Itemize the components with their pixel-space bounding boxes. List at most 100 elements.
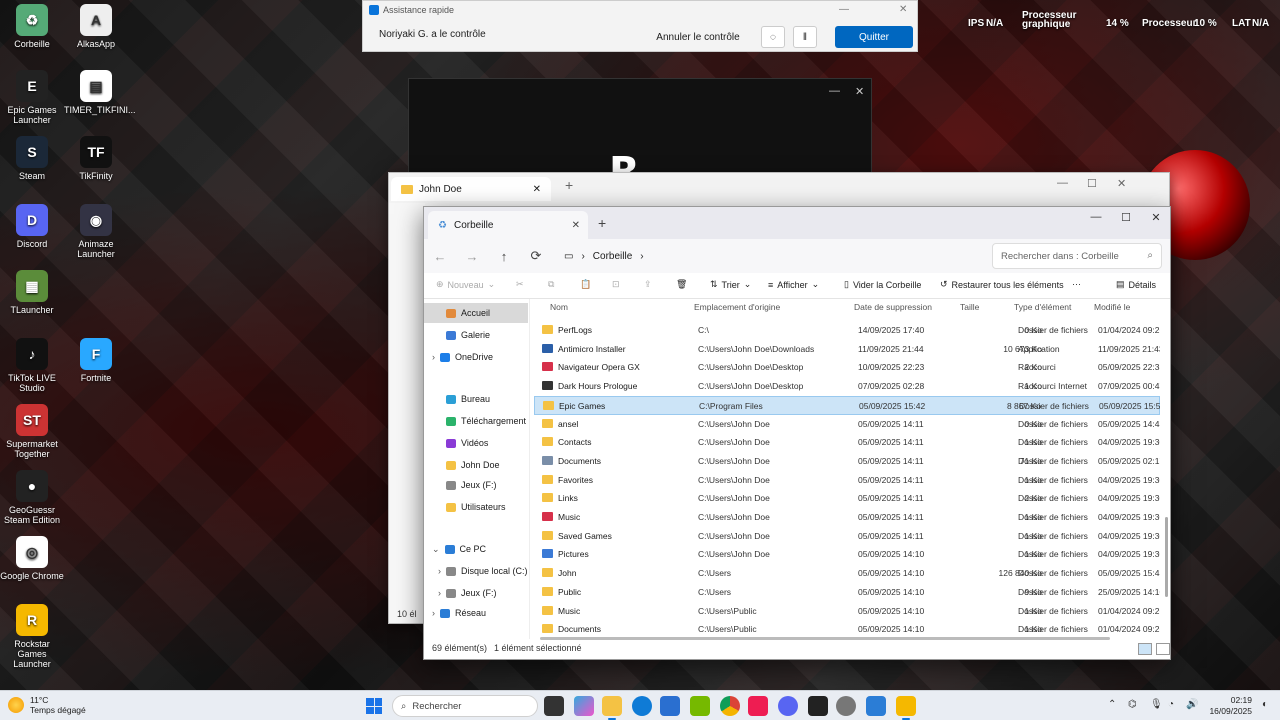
task-view-icon[interactable] [544, 696, 564, 716]
details-view-icon[interactable] [1138, 643, 1152, 655]
table-row[interactable]: Favorites C:\Users\John Doe 05/09/2025 14:… [534, 471, 1160, 490]
chat-icon[interactable]: ◌ [761, 26, 785, 48]
desktop-icon-recycle-bin[interactable]: ♻ Corbeille [0, 4, 64, 49]
weather-widget[interactable]: 11°C Temps dégagé [8, 695, 86, 715]
copilot-icon[interactable] [574, 696, 594, 716]
column-deleted[interactable]: Date de suppression [854, 302, 932, 312]
cancel-control-button[interactable]: Annuler le contrôle [653, 26, 743, 48]
share-icon[interactable]: ⇪ [644, 279, 652, 290]
new-tab-icon[interactable]: + [565, 177, 573, 193]
table-row[interactable]: Documents C:\Users\John Doe 05/09/2025 14:… [534, 452, 1160, 471]
close-icon[interactable]: ✕ [1117, 177, 1126, 190]
desktop-icon-chrome[interactable]: ◎ Google Chrome [0, 536, 64, 581]
minimize-icon[interactable]: — [1057, 177, 1068, 189]
column-origin[interactable]: Emplacement d'origine [694, 302, 780, 312]
breadcrumb[interactable]: Corbeille [593, 251, 632, 262]
nav-item[interactable]: ⌄ Ce PC [424, 539, 528, 559]
speaker-icon[interactable]: 🔊 [1186, 699, 1198, 710]
chevron-right-icon[interactable]: › [432, 352, 435, 362]
sort-button[interactable]: ⇅ Trier ⌄ [710, 279, 751, 290]
new-button[interactable]: ⊕ Nouveau ⌄ [436, 279, 495, 290]
minimize-icon[interactable]: — [829, 85, 840, 97]
windows-start-icon[interactable] [366, 698, 382, 714]
desktop-icon-tikfinity[interactable]: TF TikFinity [64, 136, 128, 181]
settings-gear-icon[interactable] [836, 696, 856, 716]
chevron-right-icon[interactable]: › [438, 588, 441, 598]
network-icon[interactable]: ⌬ [1128, 699, 1137, 710]
rename-icon[interactable]: ⊡ [612, 279, 620, 290]
xbox-icon[interactable] [808, 696, 828, 716]
close-tab-icon[interactable]: ✕ [572, 220, 580, 231]
chevron-right-icon[interactable]: › [432, 608, 435, 618]
refresh-icon[interactable]: ⟳ [520, 248, 552, 264]
nav-item[interactable]: › Disque local (C:) [424, 561, 528, 581]
quit-button[interactable]: Quitter [835, 26, 913, 48]
tab-recycle-bin[interactable]: ♻ Corbeille ✕ [428, 211, 588, 239]
clock[interactable]: 02:19 16/09/2025 [1209, 695, 1252, 717]
discord-icon[interactable] [778, 696, 798, 716]
empty-recycle-bin-button[interactable]: ▯ Vider la Corbeille [844, 279, 921, 290]
forward-arrow-icon[interactable]: → [456, 249, 488, 264]
desktop-icon-tiktok-live[interactable]: ♪ TikTok LIVE Studio [0, 338, 64, 393]
table-row[interactable]: Saved Games C:\Users\John Doe 05/09/2025 1… [534, 527, 1160, 546]
vertical-scrollbar[interactable] [1165, 517, 1168, 597]
table-row[interactable]: Public C:\Users 05/09/2025 14:10 9 Ko Dossie… [534, 583, 1160, 602]
view-button[interactable]: ≡ Afficher ⌄ [768, 279, 819, 290]
chrome-icon[interactable] [720, 696, 740, 716]
desktop-icon-epic-games[interactable]: E Epic Games Launcher [0, 70, 64, 125]
tab-john-doe[interactable]: John Doe ✕ [391, 177, 551, 201]
notification-bell-icon[interactable]: ◐ [1262, 699, 1268, 710]
back-arrow-icon[interactable]: ← [424, 249, 456, 264]
wifi-icon[interactable]: ◔ [1168, 699, 1174, 710]
nav-item[interactable]: › OneDrive [424, 347, 528, 367]
chevron-down-icon[interactable]: ⌄ [432, 544, 440, 555]
nav-item[interactable]: Bureau [424, 389, 528, 409]
edge-icon[interactable] [632, 696, 652, 716]
rockstar-icon[interactable] [896, 696, 916, 720]
table-row[interactable]: Contacts C:\Users\John Doe 05/09/2025 14:1… [534, 433, 1160, 452]
close-icon[interactable]: ✕ [899, 4, 907, 15]
chevron-up-icon[interactable]: ⌃ [1108, 699, 1116, 710]
table-row[interactable]: John C:\Users 05/09/2025 14:10 126 840 Ko Do… [534, 564, 1160, 583]
table-row[interactable]: Epic Games C:\Program Files 05/09/2025 15:… [534, 395, 1160, 415]
cut-icon[interactable]: ✂ [516, 279, 524, 290]
desktop-icon-rockstar[interactable]: R Rockstar Games Launcher [0, 604, 64, 669]
nav-item[interactable]: Utilisateurs [424, 497, 528, 517]
tiles-view-icon[interactable] [1156, 643, 1170, 655]
table-row[interactable]: Navigateur Opera GX C:\Users\John Doe\Des… [534, 358, 1160, 377]
restore-all-button[interactable]: ↺ Restaurer tous les éléments [940, 279, 1064, 290]
nav-item[interactable]: › Jeux (F:) [424, 583, 528, 603]
nav-item[interactable]: Téléchargement [424, 411, 528, 431]
desktop-icon-animaze[interactable]: ◉ Animaze Launcher [64, 204, 128, 259]
desktop-icon-alkasapp[interactable]: A AlkasApp [64, 4, 128, 49]
table-row[interactable]: Pictures C:\Users\John Doe 05/09/2025 14:1… [534, 545, 1160, 564]
explorer-window-recycle-bin[interactable]: ♻ Corbeille ✕ + — ☐ ✕ ← → ↑ ⟳ ▭ › Corbei… [423, 206, 1171, 660]
desktop-icon-steam[interactable]: S Steam [0, 136, 64, 181]
new-tab-icon[interactable]: + [598, 215, 606, 231]
store-icon[interactable] [660, 696, 680, 716]
horizontal-scrollbar[interactable] [540, 637, 1110, 640]
microphone-icon[interactable]: 🎙 [1150, 699, 1163, 710]
taskbar-search[interactable]: ⌕ Rechercher [392, 695, 538, 717]
nav-item[interactable]: Jeux (F:) [424, 475, 528, 495]
column-type[interactable]: Type d'élément [1014, 302, 1071, 312]
chevron-right-icon[interactable]: › [438, 566, 441, 576]
nvidia-icon[interactable] [690, 696, 710, 716]
close-icon[interactable]: ✕ [1142, 211, 1170, 224]
column-modified[interactable]: Modifié le [1094, 302, 1130, 312]
up-arrow-icon[interactable]: ↑ [488, 249, 520, 264]
more-options-icon[interactable]: ··· [1072, 279, 1081, 289]
desktop-icon-tlauncher[interactable]: ▦ TLauncher [0, 270, 64, 315]
maximize-icon[interactable]: ☐ [1112, 211, 1140, 224]
pause-icon[interactable]: ‖ [793, 26, 817, 48]
file-explorer-icon[interactable] [602, 696, 622, 720]
table-row[interactable]: Antimicro Installer C:\Users\John Doe\Dow… [534, 340, 1160, 359]
remote-desktop-icon[interactable] [866, 696, 886, 716]
table-row[interactable]: PerfLogs C:\ 14/09/2025 17:40 0 Ko Dossier d… [534, 321, 1160, 340]
address-bar[interactable]: ▭ › Corbeille › [558, 244, 978, 268]
nav-item[interactable]: Galerie [424, 325, 528, 345]
copy-icon[interactable]: ⧉ [548, 279, 554, 290]
minimize-icon[interactable]: — [839, 4, 849, 15]
nav-item[interactable]: John Doe [424, 455, 528, 475]
nav-item[interactable]: › Réseau [424, 603, 528, 623]
